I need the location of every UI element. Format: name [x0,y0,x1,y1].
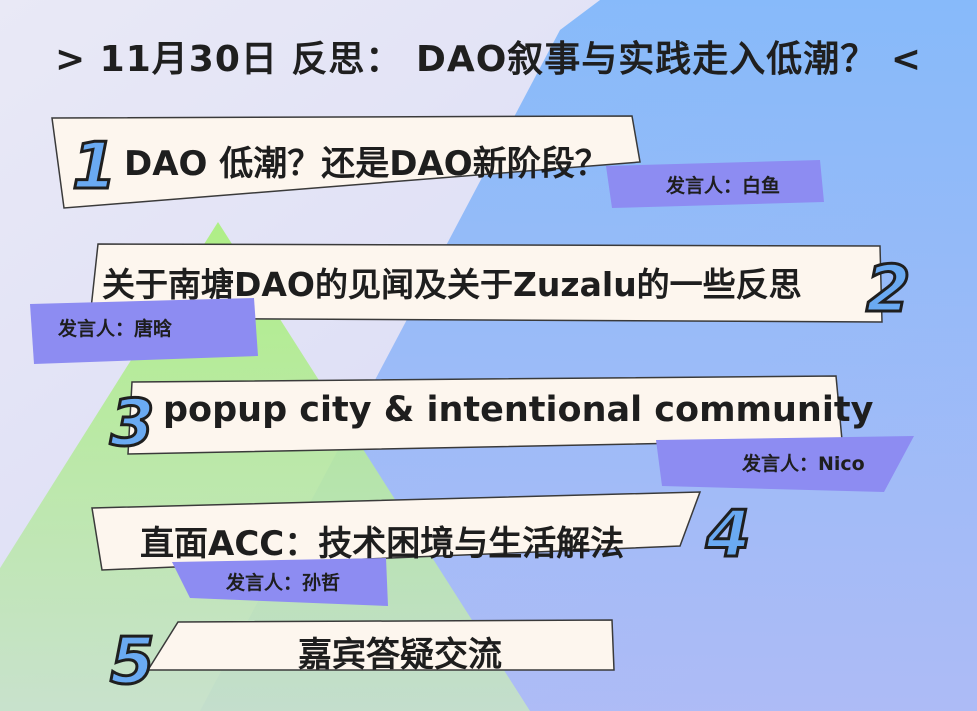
topic-1-title: DAO 低潮？还是DAO新阶段？ [124,144,609,184]
topic-1-speaker-tag: 发言人：白鱼 [606,160,824,208]
topic-2-speaker-tag: 发言人：唐晗 [30,298,258,364]
topic-1-number: 1 [71,130,119,204]
topic-3-number: 3 [109,387,157,461]
topic-1-speaker: 发言人：白鱼 [666,175,781,197]
topic-4-number: 4 [705,498,753,572]
page-title: > 11月30日 反思： DAO叙事与实践走入低潮？ < [54,39,922,80]
topic-4-speaker: 发言人：孙哲 [226,572,341,594]
topic-5-title: 嘉宾答疑交流 [298,635,502,675]
topic-3-title: popup city & intentional community [163,390,874,430]
topic-2-number: 2 [865,253,913,327]
topic-3-speaker: 发言人：Nico [742,453,865,475]
topic-5-number: 5 [109,625,157,699]
topic-4-speaker-tag: 发言人：孙哲 [172,558,390,606]
topic-2-speaker: 发言人：唐晗 [58,318,173,340]
topic-3-speaker-tag: 发言人：Nico [656,436,914,492]
